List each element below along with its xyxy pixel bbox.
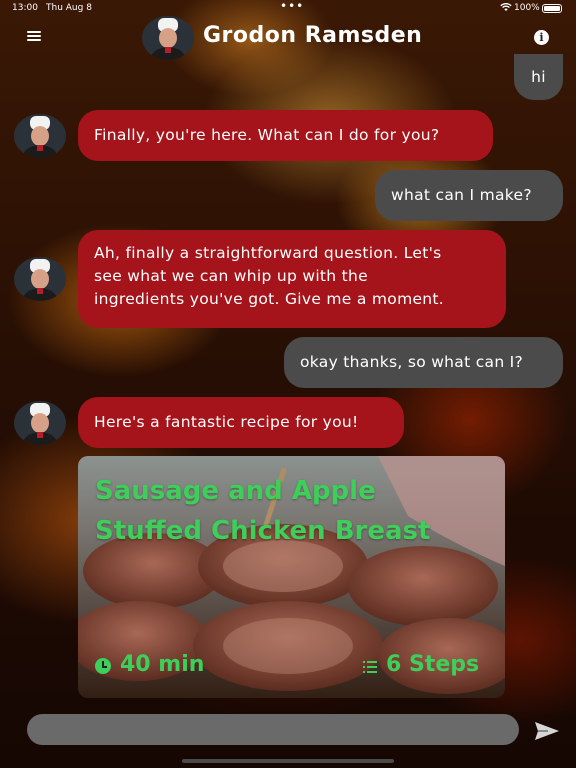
status-time: 13:00 [12,3,38,13]
message-text: okay thanks, so what can I? [300,353,524,371]
user-message: okay thanks, so what can I? [284,337,563,388]
battery-icon [542,4,562,13]
status-bar: 13:00 Thu Aug 8 ••• 100% [0,0,576,18]
wifi-icon [500,3,512,15]
message-text: Here's a fantastic recipe for you! [94,413,359,431]
avatar [14,257,66,301]
message-text-line: Ah, finally a straightforward question. … [94,244,442,262]
recipe-title: Sausage and Apple Stuffed Chicken Breast [95,471,495,551]
message-text: what can I make? [391,186,532,204]
bot-message: Finally, you're here. What can I do for … [78,110,493,161]
multitask-dots-icon: ••• [280,0,305,13]
bot-message: Here's a fantastic recipe for you! [78,397,404,448]
status-date: Thu Aug 8 [46,3,92,13]
recipe-title-line: Sausage and Apple [95,476,376,506]
message-text-line: ingredients you've got. Give me a moment… [94,290,445,308]
message-input[interactable] [27,714,519,745]
avatar [14,401,66,445]
battery-percentage: 100% [514,3,540,13]
recipe-steps: 6 Steps [386,652,480,677]
list-icon [363,660,377,674]
info-icon[interactable]: i [534,30,549,45]
chat-header: Grodon Ramsden i [0,16,576,60]
clock-icon [95,658,111,674]
home-indicator [182,759,394,763]
message-text-line: see what we can whip up with the [94,267,369,285]
recipe-card[interactable]: Sausage and Apple Stuffed Chicken Breast… [78,456,505,698]
recipe-time: 40 min [120,652,205,677]
avatar [142,16,194,60]
message-text: hi [531,68,546,86]
bot-message: Ah, finally a straightforward question. … [78,230,506,328]
user-message: hi [514,54,563,100]
hamburger-menu-icon[interactable] [27,31,41,41]
avatar [14,114,66,158]
user-message: what can I make? [375,170,563,221]
message-text: Finally, you're here. What can I do for … [94,126,440,144]
recipe-title-line: Stuffed Chicken Breast [95,516,431,546]
send-icon[interactable] [534,720,560,742]
chat-title: Grodon Ramsden [203,23,423,48]
